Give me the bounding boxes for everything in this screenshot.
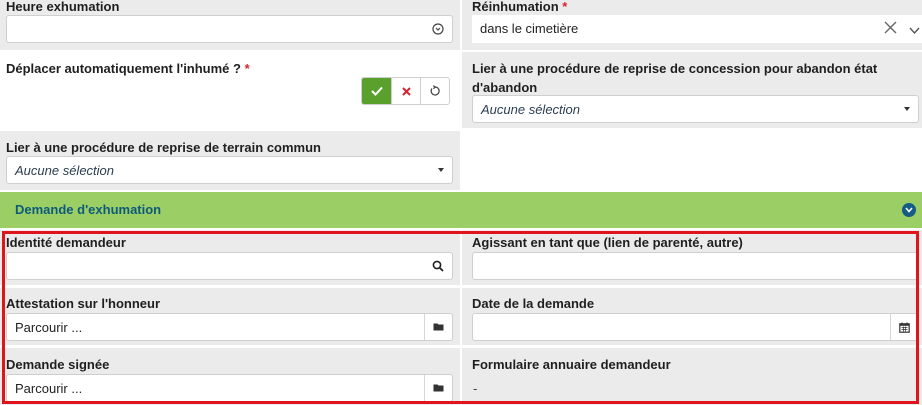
reinhumation-label: Réinhumation * [472, 0, 567, 16]
attestation-label: Attestation sur l'honneur [6, 296, 161, 311]
reinhumation-label-text: Réinhumation [472, 0, 559, 14]
lier-concession-value: Aucune sélection [481, 102, 581, 117]
lier-concession-select[interactable]: Aucune sélection [472, 95, 919, 123]
identite-field[interactable] [6, 252, 453, 280]
folder-icon[interactable] [424, 375, 452, 401]
demande-signee-label: Demande signée [6, 357, 110, 372]
required-marker: * [244, 61, 250, 76]
demande-signee-file-field[interactable]: Parcourir ... [6, 374, 453, 402]
agissant-field[interactable] [472, 252, 919, 280]
close-icon[interactable] [391, 78, 420, 104]
demande-exhumation-section-header[interactable]: Demande d'exhumation [0, 192, 922, 228]
section-title: Demande d'exhumation [15, 202, 162, 217]
required-marker: * [562, 0, 568, 14]
reinhumation-value: dans le cimetière [480, 21, 579, 36]
formulaire-label: Formulaire annuaire demandeur [472, 357, 671, 372]
folder-icon[interactable] [424, 314, 452, 340]
deplacer-label-text: Déplacer automatiquement l'inhumé ? [6, 61, 241, 76]
attestation-value: Parcourir ... [15, 320, 83, 335]
lier-concession-label: Lier à une procédure de reprise de conce… [472, 59, 877, 97]
reinhumation-select[interactable]: dans le cimetière [472, 15, 922, 43]
heure-exhumation-field[interactable] [6, 15, 453, 43]
clock-icon[interactable] [424, 16, 452, 42]
lier-terrain-value: Aucune sélection [15, 163, 115, 178]
deplacer-toggle[interactable] [361, 77, 450, 105]
caret-down-icon[interactable] [904, 107, 910, 111]
identite-label: Identité demandeur [6, 235, 126, 250]
agissant-label: Agissant en tant que (lien de parenté, a… [472, 235, 743, 250]
chevron-down-icon[interactable] [909, 23, 920, 38]
attestation-file-field[interactable]: Parcourir ... [6, 313, 453, 341]
date-demande-label: Date de la demande [472, 296, 595, 311]
date-demande-field[interactable] [472, 313, 919, 341]
formulaire-value: - [473, 381, 478, 396]
check-icon[interactable] [362, 78, 391, 104]
calendar-icon[interactable] [890, 314, 918, 340]
lier-terrain-label: Lier à une procédure de reprise de terra… [6, 140, 321, 155]
demande-signee-value: Parcourir ... [15, 381, 83, 396]
heure-exhumation-label: Heure exhumation [6, 0, 120, 14]
chevron-down-icon[interactable] [902, 203, 916, 217]
lier-concession-label-line1: Lier à une procédure de reprise de conce… [472, 61, 878, 76]
caret-down-icon[interactable] [438, 168, 444, 172]
clear-icon[interactable] [884, 21, 897, 37]
deplacer-label: Déplacer automatiquement l'inhumé ? * [6, 59, 250, 78]
search-icon[interactable] [424, 253, 452, 279]
lier-terrain-select[interactable]: Aucune sélection [6, 156, 453, 184]
reset-icon[interactable] [420, 78, 449, 104]
